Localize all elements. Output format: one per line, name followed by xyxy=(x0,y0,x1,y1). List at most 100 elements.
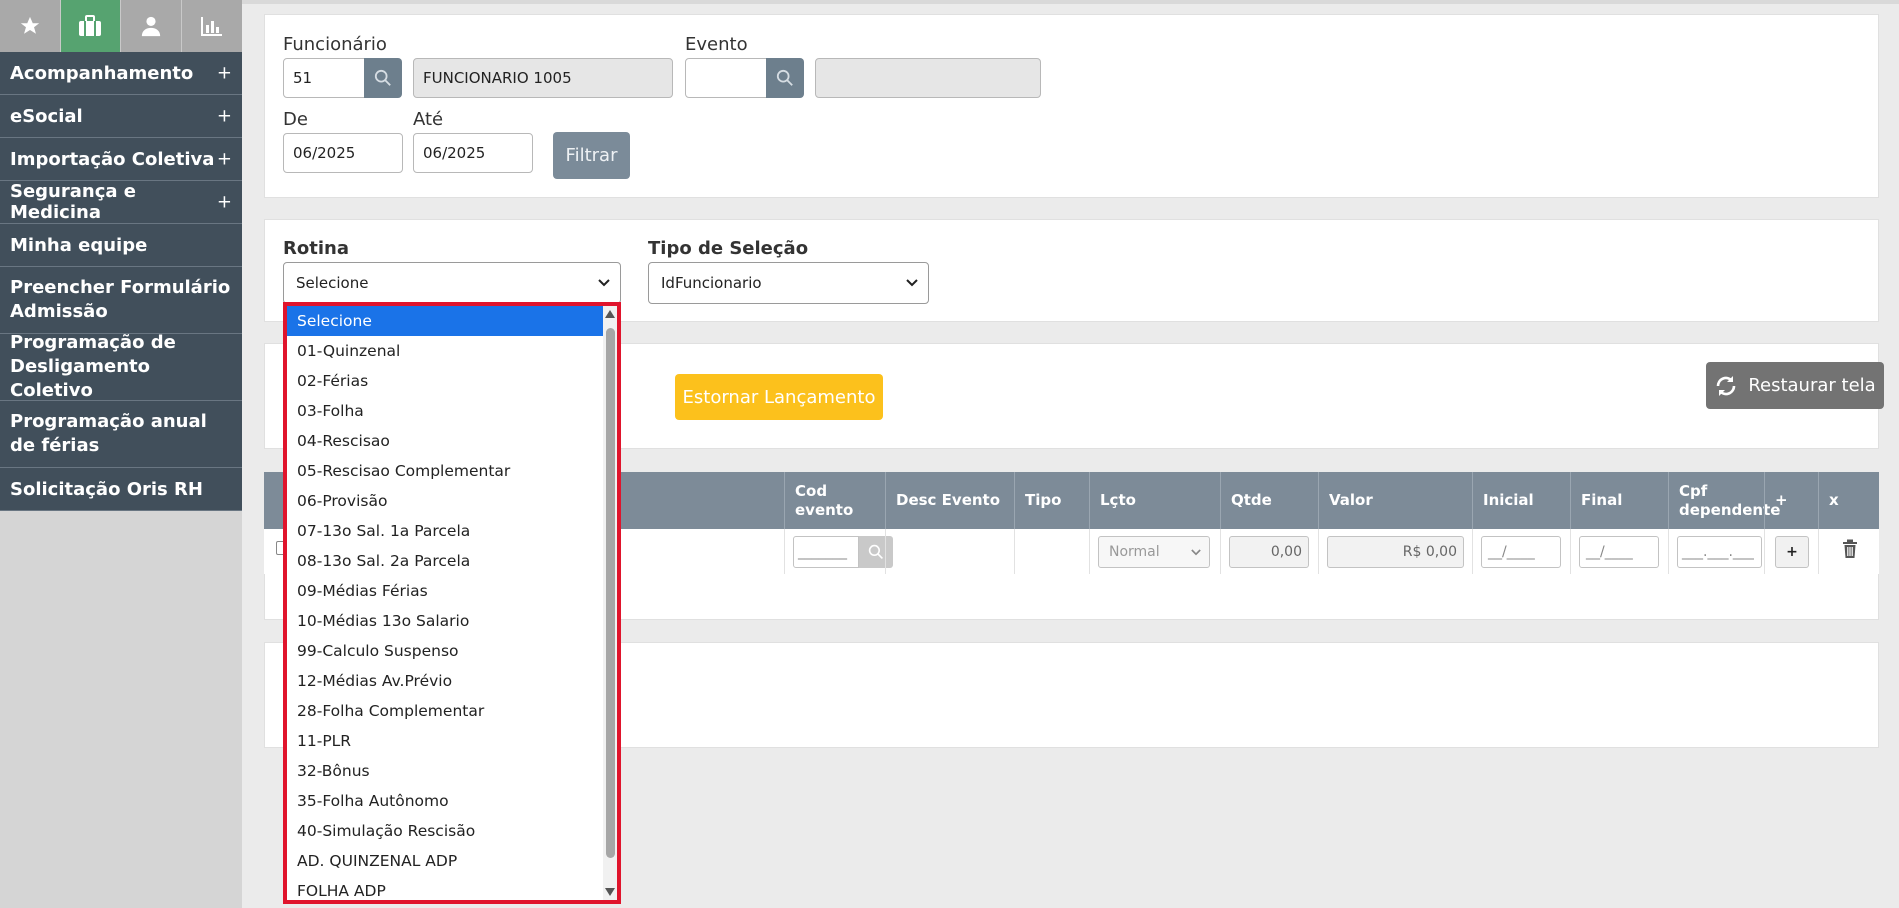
estornar-lancamento-button[interactable]: Estornar Lançamento xyxy=(675,374,883,420)
lcto-cell: Normal xyxy=(1089,529,1220,574)
sidebar-item-label: Minha equipe xyxy=(10,234,148,256)
inicial-cell: __/____ xyxy=(1472,529,1570,574)
dropdown-option[interactable]: 99-Calculo Suspenso xyxy=(287,636,603,666)
sidebar-item-label: Segurança e Medicina xyxy=(10,181,136,223)
dropdown-option[interactable]: 08-13o Sal. 2a Parcela xyxy=(287,546,603,576)
sidebar-item-seguranca-medicina[interactable]: Segurança e Medicina + xyxy=(0,181,242,224)
dropdown-option[interactable]: 07-13o Sal. 1a Parcela xyxy=(287,516,603,546)
th-inicial: Inicial xyxy=(1472,472,1570,529)
sidebar: Acompanhamento + eSocial + Importação Co… xyxy=(0,0,242,908)
rotina-options: Selecione 01-Quinzenal 02-Férias 03-Folha 04… xyxy=(287,306,617,900)
sidebar-item-solicitacao-oris[interactable]: Solicitação Oris RH xyxy=(0,468,242,511)
evento-desc-field xyxy=(815,58,1041,98)
scroll-up-icon[interactable] xyxy=(605,310,615,318)
evento-search-button[interactable] xyxy=(766,58,804,98)
evento-input[interactable] xyxy=(685,58,767,98)
rotina-selected-value: Selecione xyxy=(296,274,369,292)
sidebar-item-label: Importação Coletiva xyxy=(10,148,215,170)
dropdown-option[interactable]: 05-Rescisao Complementar xyxy=(287,456,603,486)
sidebar-item-acompanhamento[interactable]: Acompanhamento + xyxy=(0,52,242,95)
rotina-select[interactable]: Selecione xyxy=(283,262,621,304)
valor-input[interactable]: R$ 0,00 xyxy=(1327,536,1464,568)
dropdown-option[interactable]: 06-Provisão xyxy=(287,486,603,516)
search-icon xyxy=(868,544,883,559)
th-cod-evento: Cod evento xyxy=(784,472,885,529)
tipo-selecao-value: IdFuncionario xyxy=(661,274,762,292)
tipo-selecao-select[interactable]: IdFuncionario xyxy=(648,262,929,304)
briefcase-tab[interactable] xyxy=(60,0,121,52)
dropdown-scrollbar[interactable] xyxy=(603,306,617,900)
expand-icon: + xyxy=(216,148,232,170)
select-all-checkbox[interactable] xyxy=(264,472,276,529)
dropdown-option[interactable]: Selecione xyxy=(287,306,603,336)
funcionario-name-field: FUNCIONARIO 1005 xyxy=(413,58,673,98)
restaurar-tela-button[interactable]: Restaurar tela xyxy=(1706,362,1884,409)
dropdown-option[interactable]: 32-Bônus xyxy=(287,756,603,786)
dropdown-option[interactable]: 35-Folha Autônomo xyxy=(287,786,603,816)
add-cell: + xyxy=(1764,529,1818,574)
chevron-down-icon xyxy=(598,279,610,287)
scrollbar-thumb[interactable] xyxy=(606,328,615,858)
add-row-button[interactable]: + xyxy=(1775,536,1809,568)
chevron-down-icon xyxy=(906,279,918,287)
de-label: De xyxy=(283,109,308,130)
sidebar-item-importacao-coletiva[interactable]: Importação Coletiva + xyxy=(0,138,242,181)
user-icon xyxy=(141,16,160,37)
dropdown-option[interactable]: 09-Médias Férias xyxy=(287,576,603,606)
sidebar-item-label: eSocial xyxy=(10,105,83,127)
expand-icon: + xyxy=(216,62,232,84)
sidebar-item-label: Acompanhamento xyxy=(10,62,194,84)
sidebar-item-desligamento-coletivo[interactable]: Programação de Desligamento Coletivo xyxy=(0,332,242,401)
th-cpf-dependente: Cpf dependente xyxy=(1668,472,1780,529)
search-icon xyxy=(776,69,793,86)
user-tab[interactable] xyxy=(121,0,182,52)
dropdown-option[interactable]: 40-Simulação Rescisão xyxy=(287,816,603,846)
th-add: + xyxy=(1764,472,1818,529)
briefcase-icon xyxy=(79,15,102,36)
funcionario-label: Funcionário xyxy=(283,34,387,55)
sidebar-item-label: Solicitação Oris RH xyxy=(10,478,203,500)
inicial-input[interactable]: __/____ xyxy=(1481,536,1561,568)
trash-icon[interactable] xyxy=(1842,539,1858,559)
dropdown-option[interactable]: 28-Folha Complementar xyxy=(287,696,603,726)
cod-evento-input[interactable]: _______ xyxy=(793,536,859,568)
tipo-selecao-label: Tipo de Seleção xyxy=(648,238,809,259)
de-date-input[interactable]: 06/2025 xyxy=(283,133,403,173)
sidebar-item-minha-equipe[interactable]: Minha equipe xyxy=(0,224,242,267)
ate-date-input[interactable]: 06/2025 xyxy=(413,133,533,173)
lcto-value: Normal xyxy=(1109,544,1160,560)
sidebar-item-label: Programação anual de férias xyxy=(10,411,207,456)
lcto-select[interactable]: Normal xyxy=(1098,536,1210,568)
funcionario-id-input[interactable]: 51 xyxy=(283,58,365,98)
chevron-down-icon xyxy=(1191,548,1201,555)
dropdown-option[interactable]: 04-Rescisao xyxy=(287,426,603,456)
dropdown-option[interactable]: FOLHA ADP xyxy=(287,876,603,900)
qtde-input[interactable]: 0,00 xyxy=(1229,536,1309,568)
dropdown-option[interactable]: 01-Quinzenal xyxy=(287,336,603,366)
sidebar-item-label: Programação de Desligamento Coletivo xyxy=(10,332,176,401)
scroll-down-icon[interactable] xyxy=(605,888,615,896)
sidebar-item-formulario-admissao[interactable]: Preencher Formulário Admissão xyxy=(0,267,242,334)
sidebar-item-esocial[interactable]: eSocial + xyxy=(0,95,242,138)
dropdown-option[interactable]: 12-Médias Av.Prévio xyxy=(287,666,603,696)
remove-cell xyxy=(1818,529,1879,574)
rotina-dropdown-list[interactable]: Selecione 01-Quinzenal 02-Férias 03-Folha 04… xyxy=(283,302,621,904)
funcionario-search-button[interactable] xyxy=(364,58,402,98)
th-lcto: Lçto xyxy=(1089,472,1220,529)
final-input[interactable]: __/____ xyxy=(1579,536,1659,568)
reports-tab[interactable] xyxy=(181,0,242,52)
dropdown-option[interactable]: AD. QUINZENAL ADP xyxy=(287,846,603,876)
dropdown-option[interactable]: 11-PLR xyxy=(287,726,603,756)
th-tipo: Tipo xyxy=(1014,472,1089,529)
cpf-dependente-input[interactable]: ___.___.___ xyxy=(1677,536,1762,568)
filtrar-button[interactable]: Filtrar xyxy=(553,132,630,179)
dropdown-option[interactable]: 02-Férias xyxy=(287,366,603,396)
star-icon xyxy=(20,16,39,34)
qtde-cell: 0,00 xyxy=(1220,529,1318,574)
th-remove: x xyxy=(1818,472,1879,529)
ate-label: Até xyxy=(413,109,444,130)
favorites-tab[interactable] xyxy=(0,0,61,52)
sidebar-item-programacao-ferias[interactable]: Programação anual de férias xyxy=(0,401,242,468)
dropdown-option[interactable]: 03-Folha xyxy=(287,396,603,426)
dropdown-option[interactable]: 10-Médias 13o Salario xyxy=(287,606,603,636)
